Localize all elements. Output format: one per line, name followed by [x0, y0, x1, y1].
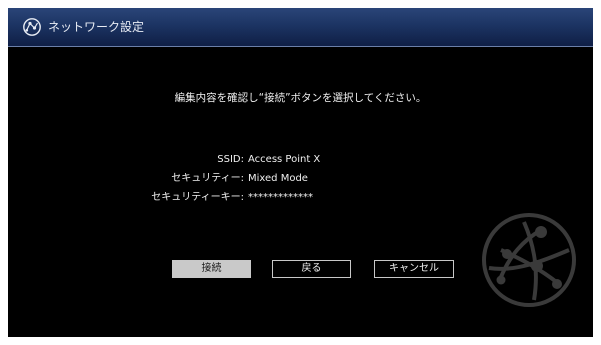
- ssid-label: SSID:: [217, 154, 244, 165]
- instruction-text: 編集内容を確認し“接続”ボタンを選択してください。: [174, 92, 427, 104]
- security-row: セキュリティー: Mixed Mode: [8, 172, 593, 188]
- back-button[interactable]: 戻る: [272, 260, 351, 278]
- security-label: セキュリティー:: [171, 173, 244, 184]
- ssid-value: Access Point X: [248, 154, 321, 165]
- security-key-value: *************: [248, 192, 313, 203]
- page-title: ネットワーク設定: [48, 20, 145, 34]
- cancel-button[interactable]: キャンセル: [374, 260, 454, 278]
- ssid-row: SSID: Access Point X: [8, 153, 593, 169]
- security-key-row: セキュリティーキー: *************: [8, 191, 593, 207]
- network-settings-screen: ネットワーク設定 編集内容を確認し“接続”ボタンを選択してください。 SSID:…: [8, 8, 593, 337]
- security-value: Mixed Mode: [248, 173, 308, 184]
- title-bar: ネットワーク設定: [8, 8, 593, 47]
- connect-button[interactable]: 接続: [172, 260, 251, 278]
- network-settings-icon: [23, 18, 41, 36]
- security-key-label: セキュリティーキー:: [151, 192, 244, 203]
- globe-network-icon: [482, 213, 576, 307]
